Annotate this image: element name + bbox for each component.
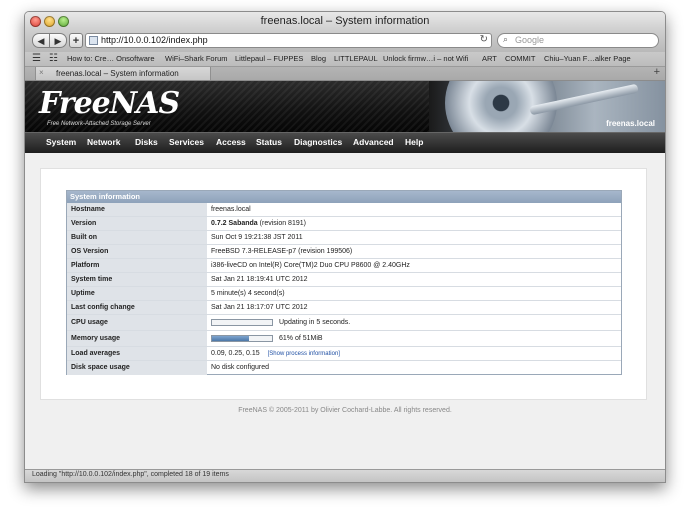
web-content: FreeNAS Free Network-Attached Storage Se…	[25, 81, 665, 470]
nav-system[interactable]: System	[46, 137, 76, 147]
new-tab-button[interactable]: +	[654, 66, 660, 78]
bookmark-item[interactable]: WiFi–Shark Forum	[165, 54, 228, 63]
nav-network[interactable]: Network	[87, 137, 121, 147]
nav-advanced[interactable]: Advanced	[353, 137, 394, 147]
row-value: FreeBSD 7.3-RELEASE-p7 (revision 199506)	[211, 248, 353, 255]
search-placeholder[interactable]: Google	[515, 35, 544, 45]
status-text: Loading "http://10.0.0.102/index.php", c…	[32, 471, 229, 478]
url-text[interactable]: http://10.0.0.102/index.php	[101, 35, 208, 45]
row-key: Disk space usage	[67, 361, 207, 375]
favicon-icon	[89, 36, 98, 45]
search-field[interactable]: ⌕ Google	[497, 33, 659, 48]
cpu-usage-bar	[211, 319, 273, 326]
table-row: Load averages 0.09, 0.25, 0.15 [Show pro…	[67, 347, 621, 361]
memory-usage-bar	[211, 335, 273, 342]
page-footer: FreeNAS © 2005-2011 by Olivier Cochard-L…	[238, 407, 452, 414]
load-averages-value: 0.09, 0.25, 0.15	[211, 350, 260, 357]
row-value: freenas.local	[211, 206, 251, 213]
bookmarks-bar: ☰ ☷ How to: Cre… Onsoftware WiFi–Shark F…	[25, 52, 665, 67]
row-value: i386-liveCD on Intel(R) Core(TM)2 Duo CP…	[211, 262, 410, 269]
nav-disks[interactable]: Disks	[135, 137, 158, 147]
reload-icon[interactable]: ↻	[480, 34, 488, 45]
table-row: Last config change Sat Jan 21 18:17:07 U…	[67, 301, 621, 315]
row-key: Built on	[67, 231, 207, 244]
address-bar[interactable]: http://10.0.0.102/index.php ↻	[85, 33, 492, 48]
tab-title: freenas.local – System information	[56, 69, 179, 78]
table-row: Platform i386-liveCD on Intel(R) Core(TM…	[67, 259, 621, 273]
nav-help[interactable]: Help	[405, 137, 423, 147]
version-number: 0.7.2 Sabanda	[211, 220, 258, 227]
window-title: freenas.local – System information	[260, 15, 430, 27]
row-value: Updating in 5 seconds.	[209, 315, 621, 330]
row-value: 0.7.2 Sabanda (revision 8191)	[209, 217, 621, 230]
title-bar: freenas.local – System information	[25, 12, 665, 30]
tab-freenas[interactable]: × freenas.local – System information	[35, 67, 211, 80]
nav-access[interactable]: Access	[216, 137, 246, 147]
freenas-header: FreeNAS Free Network-Attached Storage Se…	[25, 81, 665, 132]
browser-toolbar: ◀ ▶ + http://10.0.0.102/index.php ↻ ⌕ Go…	[25, 30, 665, 52]
cpu-usage-text: Updating in 5 seconds.	[279, 319, 351, 326]
bookmark-item[interactable]: ART	[482, 54, 497, 63]
bookmark-item[interactable]: How to: Cre… Onsoftware	[67, 54, 155, 63]
bookmark-item[interactable]: Blog	[311, 54, 326, 63]
bookmark-item[interactable]: Littlepaul – FUPPES	[235, 54, 303, 63]
row-value: Sat Jan 21 18:17:07 UTC 2012	[211, 304, 308, 311]
table-row: Built on Sun Oct 9 19:21:38 JST 2011	[67, 231, 621, 245]
header-hostname: freenas.local	[606, 119, 655, 128]
row-key: Load averages	[67, 347, 207, 360]
row-key: Platform	[67, 259, 207, 272]
freenas-logo: FreeNAS	[39, 86, 180, 121]
search-icon: ⌕	[503, 34, 509, 44]
row-value: 61% of 51MiB	[209, 331, 621, 346]
table-row: Hostname freenas.local	[67, 203, 621, 217]
row-value: 0.09, 0.25, 0.15 [Show process informati…	[209, 347, 621, 360]
bookmark-item[interactable]: LITTLEPAUL	[334, 54, 378, 63]
main-nav: System Network Disks Services Access Sta…	[25, 132, 665, 153]
row-key: Version	[67, 217, 207, 230]
table-row: CPU usage Updating in 5 seconds.	[67, 315, 621, 331]
show-process-information-link[interactable]: [Show process information]	[268, 351, 340, 357]
table-row: Memory usage 61% of 51MiB	[67, 331, 621, 347]
memory-usage-fill	[212, 336, 249, 341]
close-tab-icon[interactable]: ×	[39, 68, 44, 77]
row-key: System time	[67, 273, 207, 286]
row-value: Sat Jan 21 18:19:41 UTC 2012	[211, 276, 308, 283]
bookmark-item[interactable]: Unlock firmw…i – not Wifi	[383, 54, 468, 63]
version-revision: (revision 8191)	[259, 220, 306, 227]
memory-usage-text: 61% of 51MiB	[279, 335, 323, 342]
row-value: No disk configured	[211, 364, 269, 371]
nav-diagnostics[interactable]: Diagnostics	[294, 137, 342, 147]
browser-window: freenas.local – System information ◀ ▶ +…	[24, 11, 666, 483]
table-row: Disk space usage No disk configured	[67, 361, 621, 375]
nav-status[interactable]: Status	[256, 137, 282, 147]
table-row: System time Sat Jan 21 18:19:41 UTC 2012	[67, 273, 621, 287]
row-key: Uptime	[67, 287, 207, 300]
bookmark-item[interactable]: COMMIT	[505, 54, 535, 63]
row-key: Hostname	[67, 203, 207, 216]
table-row: OS Version FreeBSD 7.3-RELEASE-p7 (revis…	[67, 245, 621, 259]
row-key: Last config change	[67, 301, 207, 314]
system-information-title: System information	[67, 191, 621, 203]
back-button[interactable]: ◀	[32, 33, 50, 48]
table-row: Uptime 5 minute(s) 4 second(s)	[67, 287, 621, 301]
bookmarks-book-icon[interactable]: ☰	[32, 53, 41, 64]
forward-button[interactable]: ▶	[50, 33, 67, 48]
status-bar: Loading "http://10.0.0.102/index.php", c…	[25, 469, 665, 482]
tab-strip: × freenas.local – System information +	[25, 66, 665, 81]
row-key: CPU usage	[67, 315, 207, 330]
add-bookmark-button[interactable]: +	[69, 33, 83, 48]
logo-tagline: Free Network-Attached Storage Server	[47, 121, 151, 127]
nav-services[interactable]: Services	[169, 137, 204, 147]
bookmark-item[interactable]: Chiu–Yuan F…alker Page	[544, 54, 631, 63]
row-value: Sun Oct 9 19:21:38 JST 2011	[211, 234, 303, 241]
row-value: 5 minute(s) 4 second(s)	[211, 290, 285, 297]
system-information-table: System information Hostname freenas.loca…	[66, 190, 622, 375]
top-sites-grid-icon[interactable]: ☷	[49, 53, 58, 64]
row-key: OS Version	[67, 245, 207, 258]
table-row: Version 0.7.2 Sabanda (revision 8191)	[67, 217, 621, 231]
row-key: Memory usage	[67, 331, 207, 346]
